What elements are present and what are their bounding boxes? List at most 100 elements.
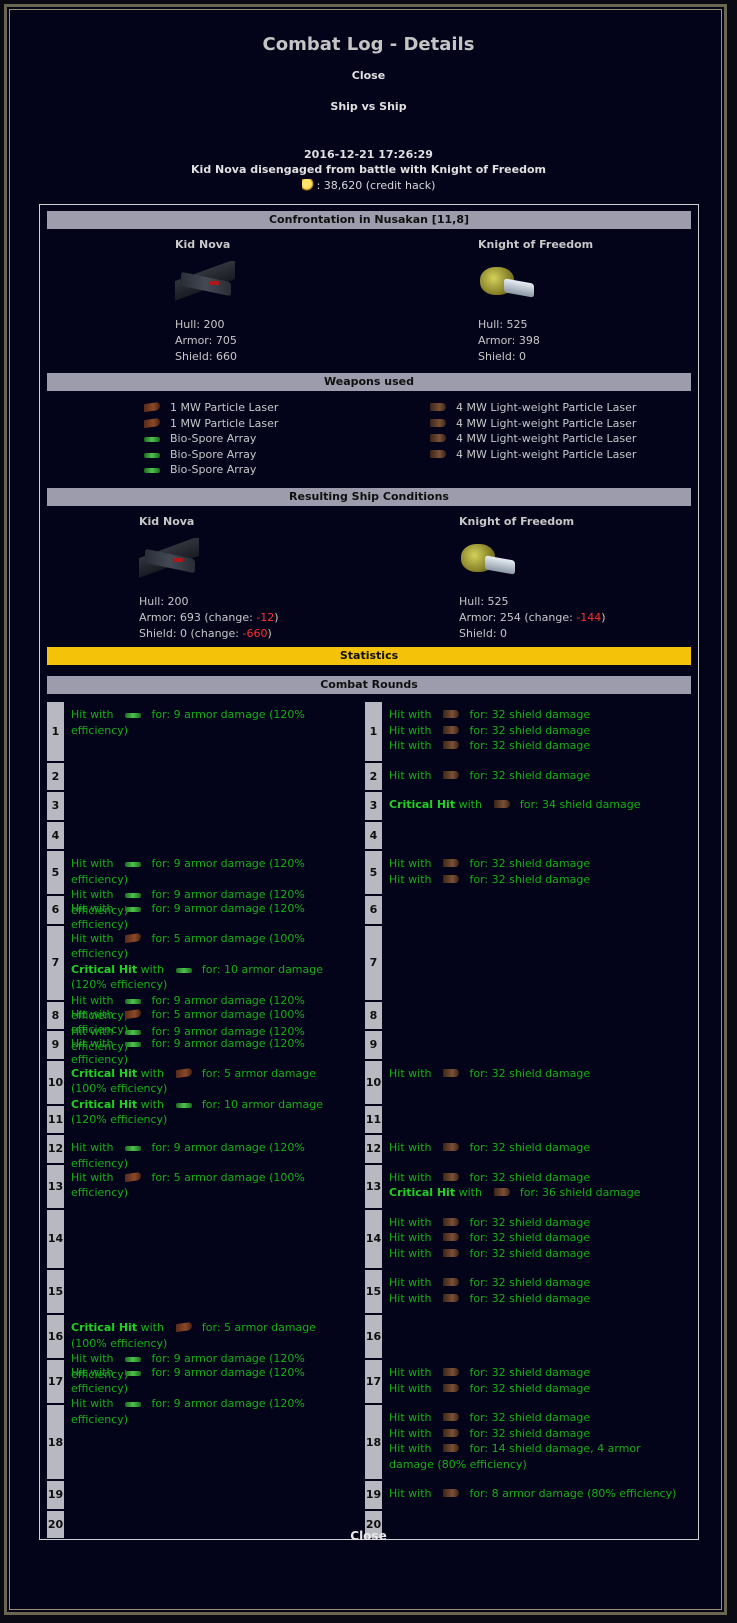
round-number: 13 [47,1164,64,1208]
particle-laser-icon [443,1489,460,1497]
close-button-bottom[interactable]: Close [0,1529,737,1543]
round-number: 13 [365,1164,382,1208]
hit-label: Hit with [389,1381,432,1395]
weapon-name: 4 MW Light-weight Particle Laser [456,401,637,414]
attacker-armor: Armor: 705 [175,334,237,347]
result-defender-panel: Knight of Freedom Hull: 525 Armor: 254 (… [459,514,606,642]
hit-label: Hit with [389,872,432,886]
hit-entry: Hit with for: 32 shield damage [389,1426,679,1442]
particle-laser-icon [125,932,142,943]
attacker-hits: Hit with for: 9 armor damage (120% effici… [71,1140,351,1171]
weapon-name: Bio-Spore Array [170,447,257,461]
attacker-hits: Hit with for: 5 armor damage (100% effici… [71,1170,351,1201]
round-number: 4 [47,821,64,849]
result-attacker-hull: Hull: 200 [139,595,189,608]
hit-damage: for: 32 shield damage [469,739,591,752]
round-number: 19 [47,1481,64,1509]
statistics-button[interactable]: Statistics [47,647,691,665]
particle-laser-icon [443,710,460,718]
round-number: 2 [47,762,64,790]
defender-weapon-list: 4 MW Light-weight Particle Laser 4 MW Lig… [430,400,636,462]
hit-damage: for: 32 shield damage [469,708,591,721]
attacker-hull: Hull: 200 [175,318,225,331]
hit-entry: Hit with for: 9 armor damage (120% effici… [71,1140,351,1171]
bio-spore-icon [125,893,142,898]
hit-damage: for: 32 shield damage [469,1215,591,1229]
hit-label: Hit with [389,1215,432,1229]
round-number: 16 [365,1315,382,1358]
combat-summary: Kid Nova disengaged from battle with Kni… [191,163,546,176]
bio-spore-icon [125,862,142,867]
weapon-name: Bio-Spore Array [170,432,257,445]
hit-label: Hit with [71,1141,114,1154]
bio-spore-icon [125,1042,142,1047]
particle-laser-icon [493,1188,510,1196]
hit-entry: Hit with for: 9 armor damage (120% effici… [71,1365,351,1396]
hit-label: Critical Hit [71,1321,138,1334]
hit-label: Hit with [71,931,114,945]
hit-damage: for: 32 shield damage [469,1170,591,1184]
attacker-hits: Critical Hit with for: 5 armor damage (10… [71,1066,351,1128]
particle-laser-icon [443,725,460,734]
weapon-name: Bio-Spore Array [170,463,257,476]
particle-laser-icon [443,1428,460,1437]
hit-label: Hit with [389,1291,432,1305]
hit-entry: Hit with for: 32 shield damage [389,723,679,739]
hit-damage: for: 32 shield damage [469,1246,591,1260]
result-attacker-shield: Shield: 0 (change: -660) [139,626,279,642]
hit-label: Hit with [389,1231,432,1244]
hit-entry: Hit with for: 32 shield damage [389,1215,679,1231]
particle-laser-icon [443,1444,460,1452]
defender-armor: Armor: 398 [478,334,540,347]
bio-spore-icon [125,1357,142,1362]
bio-spore-icon [125,713,142,718]
result-defender-hull: Hull: 525 [459,595,509,608]
round-number: 11 [365,1105,382,1133]
round-number: 18 [365,1405,382,1479]
close-button-top[interactable]: Close [0,69,737,82]
hit-label: Hit with [71,993,114,1007]
hit-damage: for: 32 shield damage [469,1231,591,1244]
weapon-name: 4 MW Light-weight Particle Laser [456,432,637,445]
defender-hits: Hit with for: 32 shield damage Hit with for… [389,1275,679,1306]
round-number: 7 [47,925,64,1000]
hit-entry: Hit with for: 32 shield damage [389,1170,679,1186]
attacker-weapon-item: Bio-Spore Array [144,447,278,463]
hit-damage: for: 32 shield damage [469,1381,591,1395]
defender-hits: Hit with for: 32 shield damage Critical Hi… [389,1170,679,1201]
round-number: 11 [47,1105,64,1133]
hit-label: Hit with [389,723,432,737]
hit-entry: Hit with for: 32 shield damage [389,1066,679,1082]
particle-laser-icon [430,403,446,411]
attacker-ship-image [175,261,235,305]
particle-laser-icon [443,1143,460,1151]
hit-with: with [455,1186,482,1199]
round-number: 16 [47,1315,64,1358]
bio-spore-icon [125,1146,142,1151]
particle-laser-icon [443,1172,460,1181]
confrontation-header: Confrontation in Nusakan [11,8] [47,211,691,229]
hit-entry: Hit with for: 32 shield damage [389,1230,679,1246]
defender-weapon-item: 4 MW Light-weight Particle Laser [430,416,636,432]
defender-hits: Hit with for: 32 shield damage [389,1066,679,1082]
hit-entry: Hit with for: 5 armor damage (100% effici… [71,1007,351,1038]
defender-panel: Knight of Freedom Hull: 525 Armor: 398 S… [478,237,593,365]
hit-entry: Hit with for: 32 shield damage [389,1381,679,1397]
round-number: 14 [47,1209,64,1268]
round-number: 17 [365,1360,382,1403]
particle-laser-icon [125,1171,142,1182]
defender-hits: Hit with for: 32 shield damage [389,768,679,784]
hit-label: Hit with [389,1276,432,1289]
hit-label: Critical Hit [71,1097,138,1111]
hit-label: Hit with [389,1066,432,1080]
bio-spore-icon [175,1102,192,1108]
bio-spore-icon [175,967,192,973]
weapon-name: 4 MW Light-weight Particle Laser [456,447,637,461]
round-number: 5 [365,851,382,894]
hit-entry: Critical Hit with for: 34 shield damage [389,797,679,813]
particle-laser-icon [430,418,446,427]
hit-damage: for: 32 shield damage [469,1366,591,1379]
hit-damage: for: 32 shield damage [469,1411,591,1424]
hit-label: Hit with [71,888,114,901]
hit-entry: Hit with for: 8 armor damage (80% efficie… [389,1486,679,1502]
